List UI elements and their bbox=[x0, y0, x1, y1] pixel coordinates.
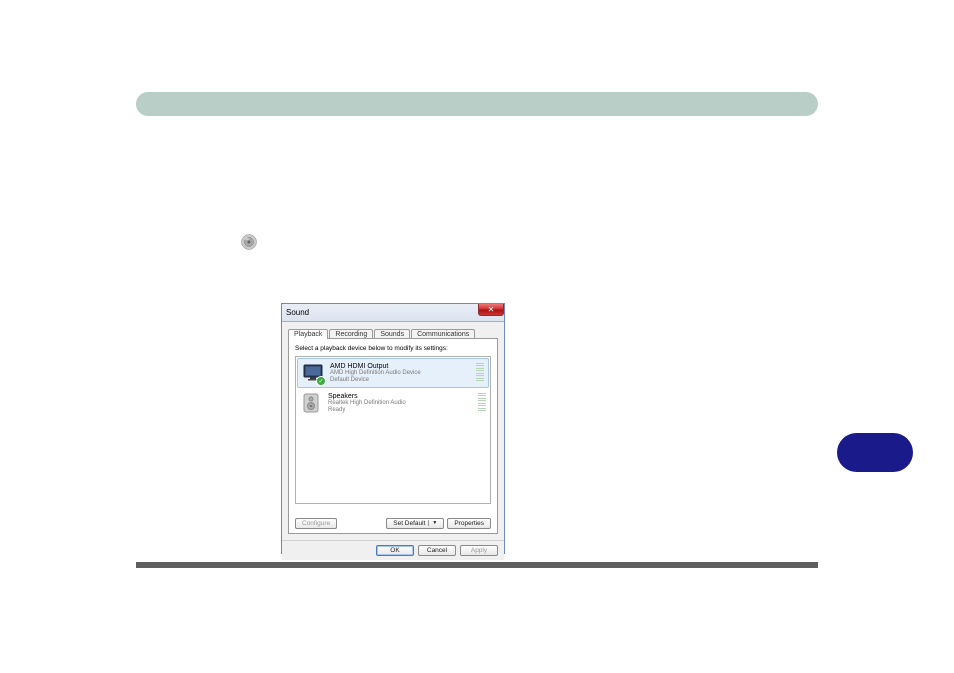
device-desc: Realtek High Definition Audio bbox=[328, 400, 406, 407]
device-item-speakers[interactable]: Speakers Realtek High Definition Audio R… bbox=[296, 389, 490, 418]
chevron-down-icon: ▼ bbox=[428, 520, 437, 526]
default-checkmark-icon: ✓ bbox=[316, 376, 326, 386]
monitor-icon: ✓ bbox=[302, 362, 324, 384]
dialog-footer: OK Cancel Apply bbox=[282, 540, 504, 560]
cancel-button[interactable]: Cancel bbox=[418, 545, 456, 556]
device-item-hdmi[interactable]: ✓ AMD HDMI Output AMD High Definition Au… bbox=[297, 358, 489, 388]
tab-playback[interactable]: Playback bbox=[288, 329, 328, 339]
properties-button[interactable]: Properties bbox=[447, 518, 491, 529]
close-button[interactable]: ✕ bbox=[478, 304, 504, 316]
set-default-button[interactable]: Set Default▼ bbox=[386, 518, 444, 529]
device-desc: AMD High Definition Audio Device bbox=[330, 370, 421, 377]
device-status: Default Device bbox=[330, 377, 421, 384]
device-name: Speakers bbox=[328, 393, 406, 401]
footer-divider bbox=[136, 562, 818, 568]
device-list[interactable]: ✓ AMD HDMI Output AMD High Definition Au… bbox=[295, 356, 491, 504]
configure-button[interactable]: Configure bbox=[295, 518, 337, 529]
device-name: AMD HDMI Output bbox=[330, 363, 421, 371]
sound-dialog: Sound ✕ Playback Recording Sounds Commun… bbox=[281, 303, 505, 554]
tray-speaker-icon bbox=[241, 234, 257, 250]
device-status: Ready bbox=[328, 407, 406, 414]
speaker-device-icon bbox=[300, 392, 322, 414]
apply-button[interactable]: Apply bbox=[460, 545, 498, 556]
tab-panel-playback: Select a playback device below to modify… bbox=[288, 338, 498, 534]
instruction-text: Select a playback device below to modify… bbox=[295, 345, 491, 352]
page-header-bar bbox=[136, 92, 818, 116]
ok-button[interactable]: OK bbox=[376, 545, 414, 556]
dialog-titlebar[interactable]: Sound ✕ bbox=[282, 304, 504, 322]
set-default-label: Set Default bbox=[393, 520, 425, 527]
tab-strip: Playback Recording Sounds Communications bbox=[288, 325, 498, 339]
page-badge bbox=[837, 433, 913, 472]
level-meter bbox=[478, 393, 486, 411]
level-meter bbox=[476, 363, 484, 381]
dialog-title: Sound bbox=[286, 308, 309, 317]
